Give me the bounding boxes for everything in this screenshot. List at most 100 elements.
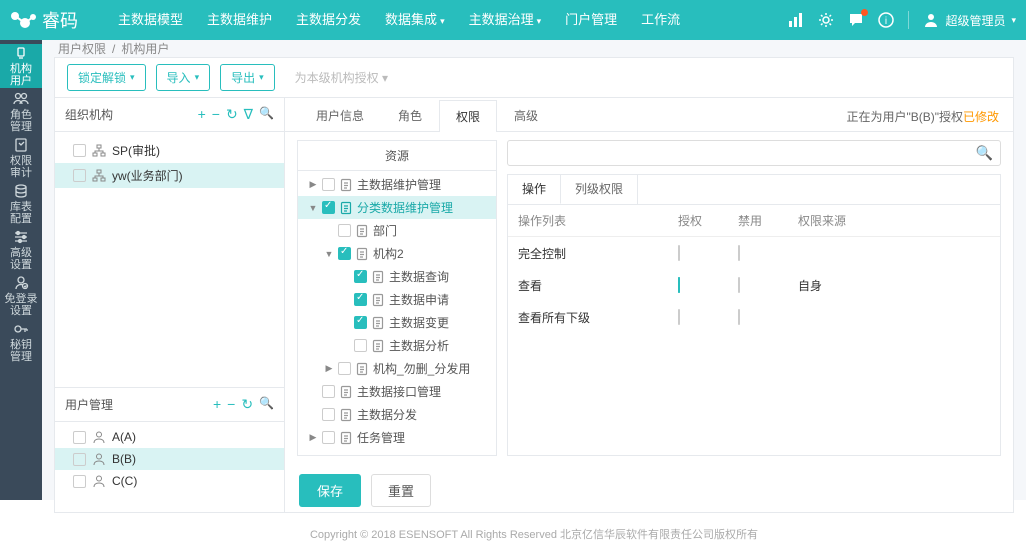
tree-node[interactable]: ▶机构_勿删_分发用 [298,357,496,380]
nav-item[interactable]: 主数据模型 [108,0,193,40]
doc-icon [339,431,353,445]
tree-node[interactable]: ▼分类数据维护管理 [298,196,496,219]
add-icon[interactable]: + [198,106,206,123]
auth-org-button: 为本级机构授权 ▾ [285,65,398,90]
checkbox[interactable] [354,293,367,306]
sidebar-item-key[interactable]: 秘钥管理 [0,320,42,364]
tree-node[interactable]: 主数据申请 [298,288,496,311]
doc-icon [339,385,353,399]
checkbox[interactable] [322,201,335,214]
tree-node[interactable]: 主数据分析 [298,334,496,357]
remove-icon[interactable]: − [212,106,220,123]
checkbox[interactable] [73,431,86,444]
checkbox[interactable] [73,144,86,157]
tree-node[interactable]: ▼机构2 [298,242,496,265]
user-menu[interactable]: 超级管理员 ▾ [923,12,1016,29]
op-row: 查看自身 [508,269,1000,301]
side-nav: 机构用户 角色管理 权限审计 库表配置 高级设置 免登录设置 秘钥管理 [0,40,42,500]
tree-node[interactable]: 主数据变更 [298,311,496,334]
lock-button[interactable]: 锁定解锁▾ [67,64,146,91]
import-button[interactable]: 导入▾ [156,64,211,91]
nav-item[interactable]: 主数据治理 [459,0,552,40]
checkbox[interactable] [338,362,351,375]
deny-checkbox[interactable] [738,277,740,293]
checkbox[interactable] [73,169,86,182]
checkbox[interactable] [322,178,335,191]
tree-node[interactable]: 主数据分发 [298,403,496,426]
tree-node[interactable]: 部门 [298,219,496,242]
toolbar: 锁定解锁▾ 导入▾ 导出▾ 为本级机构授权 ▾ [55,58,1013,98]
org-icon [92,169,106,183]
tab-advanced[interactable]: 高级 [497,99,555,131]
org-row[interactable]: SP(审批) [55,138,284,163]
nav-item[interactable]: 主数据分发 [286,0,371,40]
auth-checkbox[interactable] [678,277,680,293]
checkbox[interactable] [338,224,351,237]
resource-search-input[interactable] [507,140,1001,166]
user-row[interactable]: A(A) [55,426,284,448]
nav-item[interactable]: 数据集成 [375,0,455,40]
checkbox[interactable] [354,316,367,329]
sidebar-item-nologin[interactable]: 免登录设置 [0,274,42,318]
remove-icon[interactable]: − [227,396,235,413]
deny-checkbox[interactable] [738,309,740,325]
deny-checkbox[interactable] [738,245,740,261]
chart-icon[interactable] [788,12,804,28]
user-icon [92,474,106,488]
filter-icon[interactable]: ∇ [244,106,253,123]
org-panel-title: 组织机构 [65,106,113,123]
sidebar-item-advanced[interactable]: 高级设置 [0,228,42,272]
export-button[interactable]: 导出▾ [220,64,275,91]
search-icon[interactable]: 🔍 [259,396,274,413]
search-icon[interactable]: 🔍 [976,145,993,162]
sidebar-item-role[interactable]: 角色管理 [0,90,42,134]
add-icon[interactable]: + [213,396,221,413]
tree-node[interactable]: 主数据接口管理 [298,380,496,403]
auth-note: 正在为用户"B(B)"授权已修改 [846,108,999,131]
checkbox[interactable] [354,339,367,352]
checkbox[interactable] [338,247,351,260]
tree-node[interactable]: ▶任务管理 [298,426,496,449]
checkbox[interactable] [73,453,86,466]
checkbox[interactable] [354,270,367,283]
user-icon [92,452,106,466]
op-tab-column[interactable]: 列级权限 [561,175,638,204]
refresh-icon[interactable]: ↻ [226,106,238,123]
chat-icon[interactable] [848,12,864,28]
nav-item[interactable]: 工作流 [631,0,690,40]
doc-icon [355,224,369,238]
nav-item[interactable]: 主数据维护 [197,0,282,40]
tree-node[interactable]: ▶主数据维护管理 [298,173,496,196]
checkbox[interactable] [322,408,335,421]
op-tab-action[interactable]: 操作 [508,175,561,204]
user-row[interactable]: B(B) [55,448,284,470]
tab-userinfo[interactable]: 用户信息 [299,99,381,131]
nav-item[interactable]: 门户管理 [555,0,627,40]
sidebar-item-org-user[interactable]: 机构用户 [0,44,42,88]
op-row: 完全控制 [508,237,1000,269]
user-row[interactable]: C(C) [55,470,284,492]
svg-text:i: i [885,16,887,27]
nav-right: i 超级管理员 ▾ [788,11,1016,29]
checkbox[interactable] [322,385,335,398]
doc-icon [355,362,369,376]
auth-checkbox[interactable] [678,309,680,325]
info-icon[interactable]: i [878,12,894,28]
checkbox[interactable] [322,431,335,444]
reset-button[interactable]: 重置 [371,474,431,507]
org-toolbar: + − ↻ ∇ 🔍 [198,106,274,123]
tab-permission[interactable]: 权限 [439,100,497,132]
tab-role[interactable]: 角色 [381,99,439,131]
sidebar-item-table[interactable]: 库表配置 [0,182,42,226]
search-icon[interactable]: 🔍 [259,106,274,123]
resource-title: 资源 [298,141,496,171]
tree-node[interactable]: 主数据查询 [298,265,496,288]
refresh-icon[interactable]: ↻ [241,396,253,413]
doc-icon [371,316,385,330]
gear-icon[interactable] [818,12,834,28]
checkbox[interactable] [73,475,86,488]
auth-checkbox[interactable] [678,245,680,261]
save-button[interactable]: 保存 [299,474,361,507]
sidebar-item-audit[interactable]: 权限审计 [0,136,42,180]
org-row[interactable]: yw(业务部门) [55,163,284,188]
